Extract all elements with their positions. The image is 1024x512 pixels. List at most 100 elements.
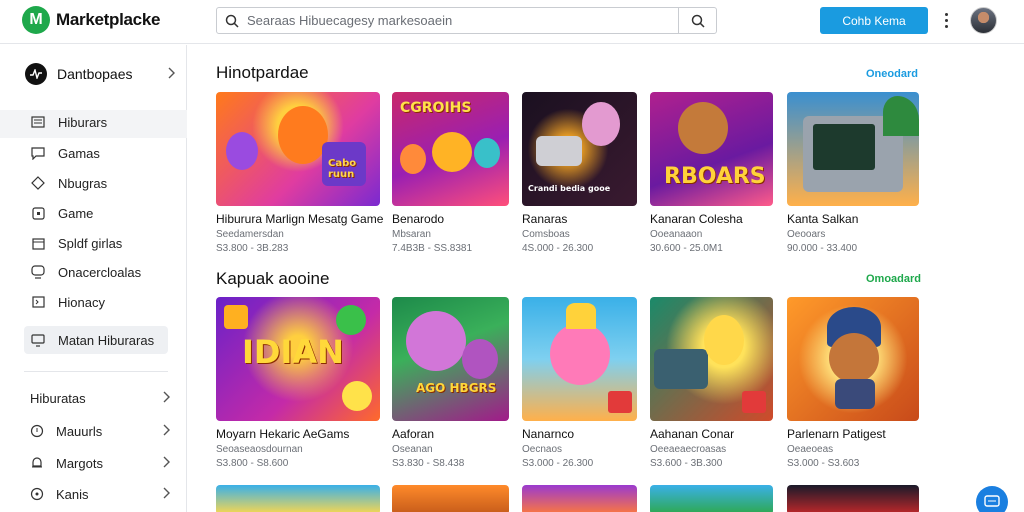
section-title: Kapuak aooine: [216, 269, 330, 288]
game-card[interactable]: AGO HBGRS Aaforan Oseanan S3.830 - S8.43…: [392, 297, 509, 469]
game-card[interactable]: RBOARS Kanaran Colesha Ooeanaaon 30.600 …: [650, 92, 773, 254]
sidebar-group-label: Mauurls: [56, 423, 103, 439]
game-card[interactable]: Crandi bedia gooe Ranaras Comsboas 4S.00…: [522, 92, 637, 254]
sidebar-item-label: Spldf girlas: [58, 235, 123, 251]
sidebar-group-label: Kanis: [56, 486, 89, 502]
game-card[interactable]: Kanta Salkan Oeooars 90.000 - 33.400: [787, 92, 919, 254]
sidebar-item-hiburars[interactable]: Hiburars: [30, 112, 175, 132]
game-thumbnail[interactable]: [216, 485, 380, 512]
game-thumbnail[interactable]: [787, 485, 919, 512]
card-title: Ranaras: [522, 212, 568, 226]
sidebar-item-nbugras[interactable]: Nbugras: [30, 173, 175, 193]
game-card[interactable]: Aahanan Conar Oeeaeaecroasas S3.600 - 3B…: [650, 297, 773, 469]
sidebar-item-label: Matan Hiburaras: [58, 332, 155, 348]
avatar[interactable]: [970, 7, 997, 34]
chat-icon: [984, 495, 1000, 507]
sidebar-group-label: Margots: [56, 455, 103, 471]
help-icon: [30, 424, 46, 438]
thumbnail-logo-text: RBOARS: [664, 164, 766, 189]
card-price: S3.800 - S8.600: [216, 458, 289, 469]
bell-icon: [30, 456, 46, 470]
calendar-icon: [30, 235, 46, 251]
card-price: S3.830 - S8.438: [392, 458, 465, 469]
search-icon: [217, 14, 247, 28]
chat-fab-button[interactable]: [976, 486, 1008, 512]
game-thumbnail: IDIAN: [216, 297, 380, 421]
game-card[interactable]: IDIAN Moyarn Hekaric AeGams Seoaseaosdou…: [216, 297, 380, 469]
tag-icon: [30, 175, 46, 191]
card-subtitle: Seoaseaosdournan: [216, 444, 303, 455]
sidebar-item-spldf[interactable]: Spldf girlas: [30, 233, 175, 253]
game-card[interactable]: Cabo ruun Hiburura Marlign Mesatg Game S…: [216, 92, 384, 254]
more-options-icon[interactable]: [939, 10, 953, 30]
card-price: S3.000 - S3.603: [787, 458, 860, 469]
search-input[interactable]: [247, 13, 678, 28]
top-bar: M Marketplacke Cohb Kema: [0, 0, 1024, 44]
sidebar-item-label: Hiburars: [58, 114, 108, 130]
sidebar-item-hionacy[interactable]: Hionacy: [30, 292, 175, 312]
game-thumbnail: CGROIHS: [392, 92, 509, 206]
game-card[interactable]: CGROIHS Benarodo Mbsaran 7.4B3B - SS.838…: [392, 92, 509, 254]
search-button[interactable]: [678, 8, 716, 33]
thumbnail-logo-text: IDIAN: [242, 333, 344, 371]
see-all-link[interactable]: Omoadard: [866, 273, 921, 285]
header-cta-button[interactable]: Cohb Kema: [820, 7, 928, 34]
card-title: Aaforan: [392, 427, 435, 441]
game-thumbnail[interactable]: [522, 485, 637, 512]
game-thumbnail: Cabo ruun: [216, 92, 380, 206]
chat-bubble-icon: [30, 264, 46, 280]
card-price: 4S.000 - 26.300: [522, 243, 594, 254]
card-price: S3.800 - 3B.283: [216, 243, 289, 254]
sidebar-header[interactable]: Dantbopaes: [25, 63, 175, 85]
sidebar-item-label: Gamas: [58, 145, 100, 161]
game-card[interactable]: Nanarnco Oecnaos S3.000 - 26.300: [522, 297, 637, 469]
sidebar-item-label: Game: [58, 205, 94, 221]
card-title: Kanta Salkan: [787, 212, 859, 226]
app-logo[interactable]: M Marketplacke: [22, 6, 160, 34]
sidebar-group-label: Hiburatas: [30, 390, 86, 406]
card-title: Hiburura Marlign Mesatg Game: [216, 212, 384, 226]
card-price: 90.000 - 33.400: [787, 243, 858, 254]
game-thumbnail: [787, 297, 919, 421]
thumbnail-logo-text: Crandi bedia gooe: [528, 184, 611, 193]
card-title: Benarodo: [392, 212, 445, 226]
sidebar-group-mauurls[interactable]: Mauurls: [30, 421, 170, 441]
card-subtitle: Oseanan: [392, 444, 433, 455]
chat-icon: [30, 145, 46, 161]
game-thumbnail: [787, 92, 919, 206]
game-thumbnail[interactable]: [650, 485, 773, 512]
thumbnail-logo-text: CGROIHS: [400, 100, 472, 116]
sidebar-group-hiburatas[interactable]: Hiburatas: [30, 388, 170, 408]
section-title: Hinotpardae: [216, 63, 309, 82]
sidebar-item-label: Nbugras: [58, 175, 108, 191]
card-subtitle: Oeaeoeas: [787, 444, 834, 455]
card-price: 30.600 - 25.0M1: [650, 243, 723, 254]
game-card[interactable]: Parlenarn Patigest Oeaeoeas S3.000 - S3.…: [787, 297, 919, 469]
list-icon: [30, 114, 46, 130]
card-price: 7.4B3B - SS.8381: [392, 243, 473, 254]
thumbnail-logo-text: Cabo ruun: [328, 158, 357, 180]
game-thumbnail[interactable]: [392, 485, 509, 512]
thumbnail-logo-text: AGO HBGRS: [416, 381, 497, 395]
card-subtitle: Oeooars: [787, 229, 826, 240]
card-title: Nanarnco: [522, 427, 575, 441]
sidebar-item-label: Onacercloalas: [58, 264, 142, 280]
square-icon: [30, 205, 46, 221]
sidebar: Dantbopaes Hiburars Gamas Nbugras Game S…: [0, 45, 187, 512]
sidebar-item-label: Hionacy: [58, 294, 105, 310]
card-subtitle: Comsboas: [522, 229, 570, 240]
sidebar-item-gamas[interactable]: Gamas: [30, 143, 175, 163]
circle-icon: [30, 487, 46, 501]
sidebar-group-margots[interactable]: Margots: [30, 453, 170, 473]
chevron-right-icon: [163, 424, 170, 436]
sidebar-group-kanis[interactable]: Kanis: [30, 484, 170, 504]
sidebar-item-game[interactable]: Game: [30, 203, 175, 223]
see-all-link[interactable]: Oneodard: [866, 68, 918, 80]
card-subtitle: Ooeanaaon: [650, 229, 703, 240]
sidebar-item-onacercloalas[interactable]: Onacercloalas: [30, 262, 175, 282]
card-title: Aahanan Conar: [650, 427, 735, 441]
sidebar-item-active[interactable]: Matan Hiburaras: [30, 330, 175, 350]
search-icon: [691, 14, 705, 28]
game-thumbnail: [522, 297, 637, 421]
app-name: Marketplacke: [56, 10, 161, 29]
